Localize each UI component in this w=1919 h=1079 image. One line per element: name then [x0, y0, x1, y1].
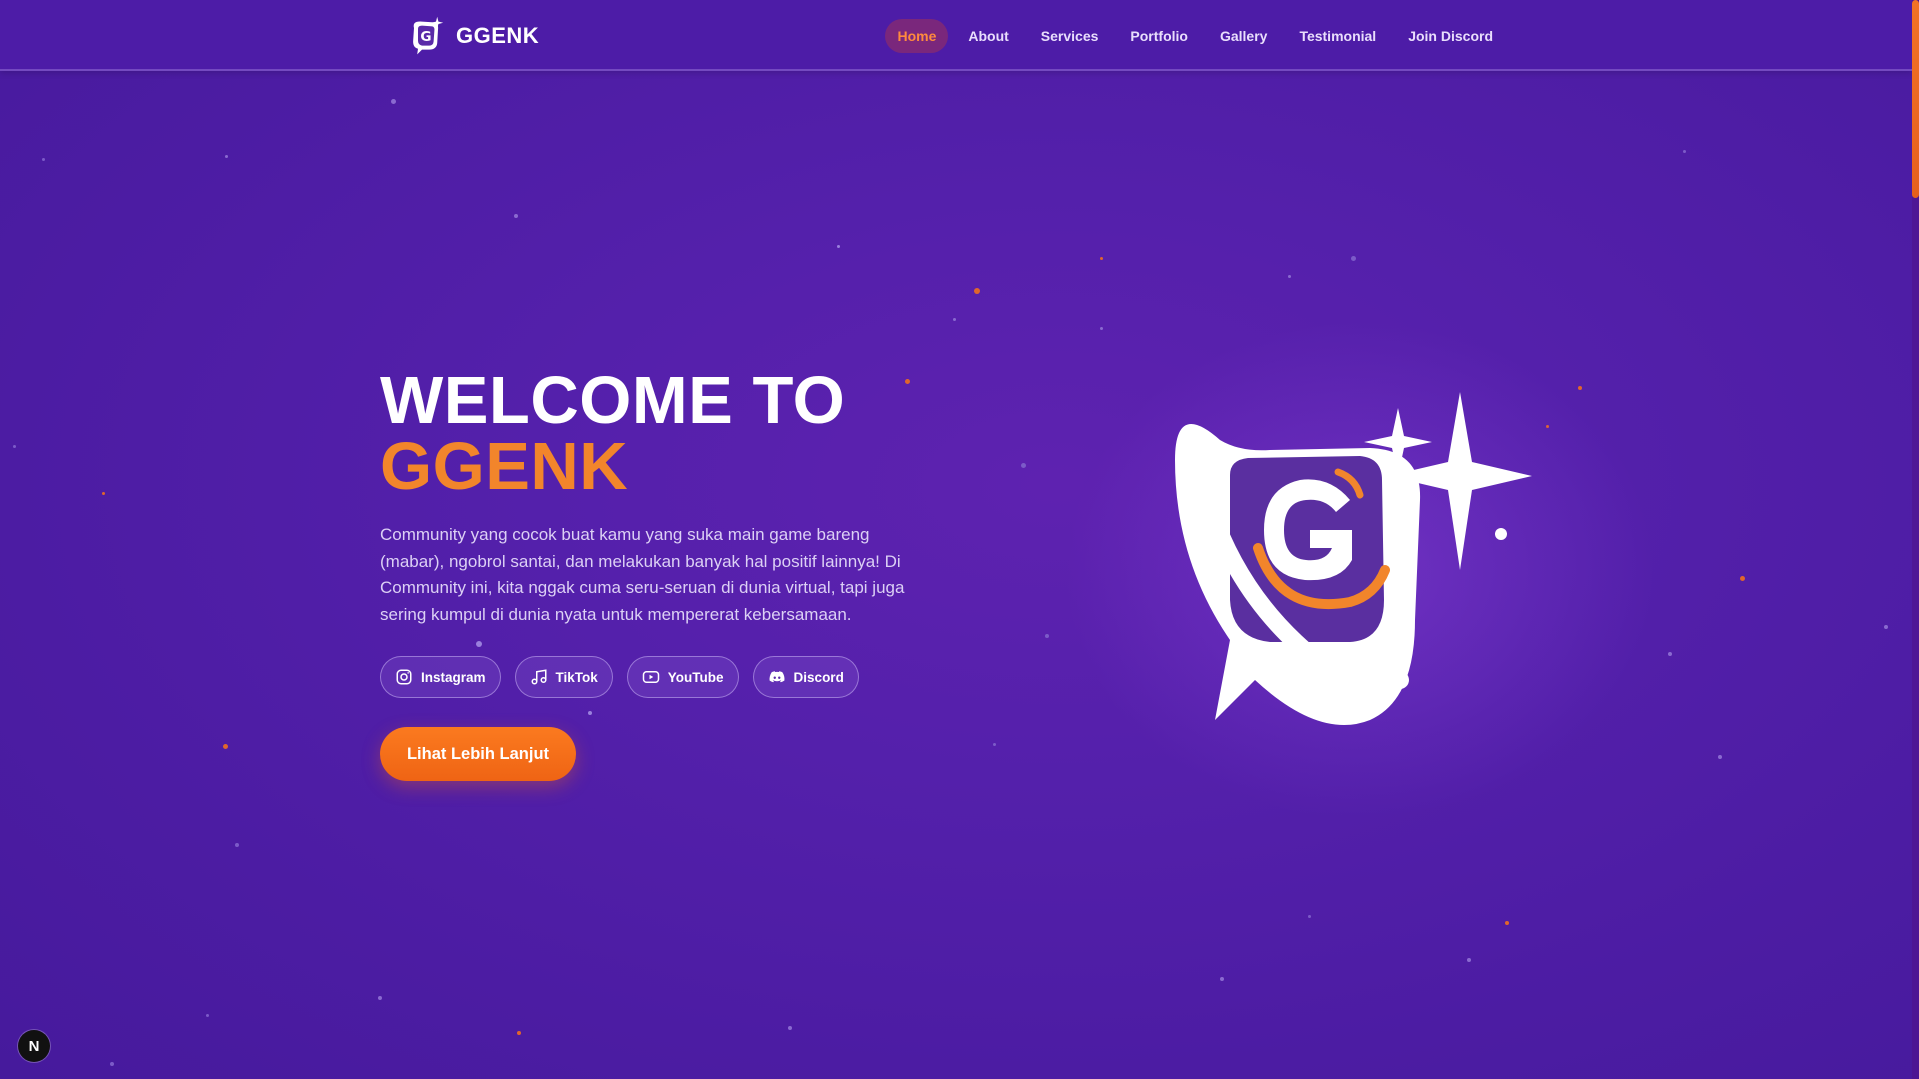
dev-indicator-badge[interactable]: N: [18, 1030, 50, 1062]
brand-name: GGENK: [456, 23, 540, 48]
hero-description: Community yang cocok buat kamu yang suka…: [380, 525, 905, 624]
instagram-button[interactable]: Instagram: [380, 656, 501, 698]
nav-home[interactable]: Home: [885, 19, 949, 53]
learn-more-button[interactable]: Lihat Lebih Lanjut: [380, 727, 576, 781]
page-scrollbar[interactable]: [1912, 0, 1919, 1079]
nav-testimonial[interactable]: Testimonial: [1287, 19, 1388, 53]
ggenk-hero-logo-icon: [1175, 392, 1532, 725]
svg-text:G: G: [420, 29, 431, 45]
top-navbar: G GGENK Home About Services Portfolio Ga…: [0, 0, 1912, 71]
discord-icon: [769, 671, 785, 683]
youtube-icon: [642, 671, 660, 683]
youtube-label: YouTube: [667, 669, 724, 685]
ggenk-logo-icon: G: [413, 16, 444, 55]
nav-join-discord[interactable]: Join Discord: [1396, 19, 1505, 53]
main-nav: Home About Services Portfolio Gallery Te…: [885, 19, 1505, 53]
nav-services[interactable]: Services: [1029, 19, 1111, 53]
nav-gallery[interactable]: Gallery: [1208, 19, 1279, 53]
hero-title: WELCOME TO GGENK: [380, 363, 846, 504]
social-links: Instagram TikTok YouTube Discord: [380, 656, 859, 698]
discord-button[interactable]: Discord: [752, 656, 859, 698]
nav-portfolio[interactable]: Portfolio: [1118, 19, 1200, 53]
scrollbar-thumb[interactable]: [1912, 0, 1919, 198]
discord-label: Discord: [793, 669, 844, 685]
hero-title-line1: WELCOME TO: [380, 363, 846, 438]
instagram-icon: [396, 669, 412, 685]
youtube-button[interactable]: YouTube: [626, 656, 739, 698]
brand[interactable]: G GGENK: [406, 16, 539, 56]
instagram-label: Instagram: [421, 669, 486, 685]
hero-title-brand: GGENK: [380, 429, 629, 504]
music-note-icon: [531, 669, 547, 685]
tiktok-label: TikTok: [555, 669, 598, 685]
nav-about[interactable]: About: [956, 19, 1020, 53]
tiktok-button[interactable]: TikTok: [514, 656, 613, 698]
